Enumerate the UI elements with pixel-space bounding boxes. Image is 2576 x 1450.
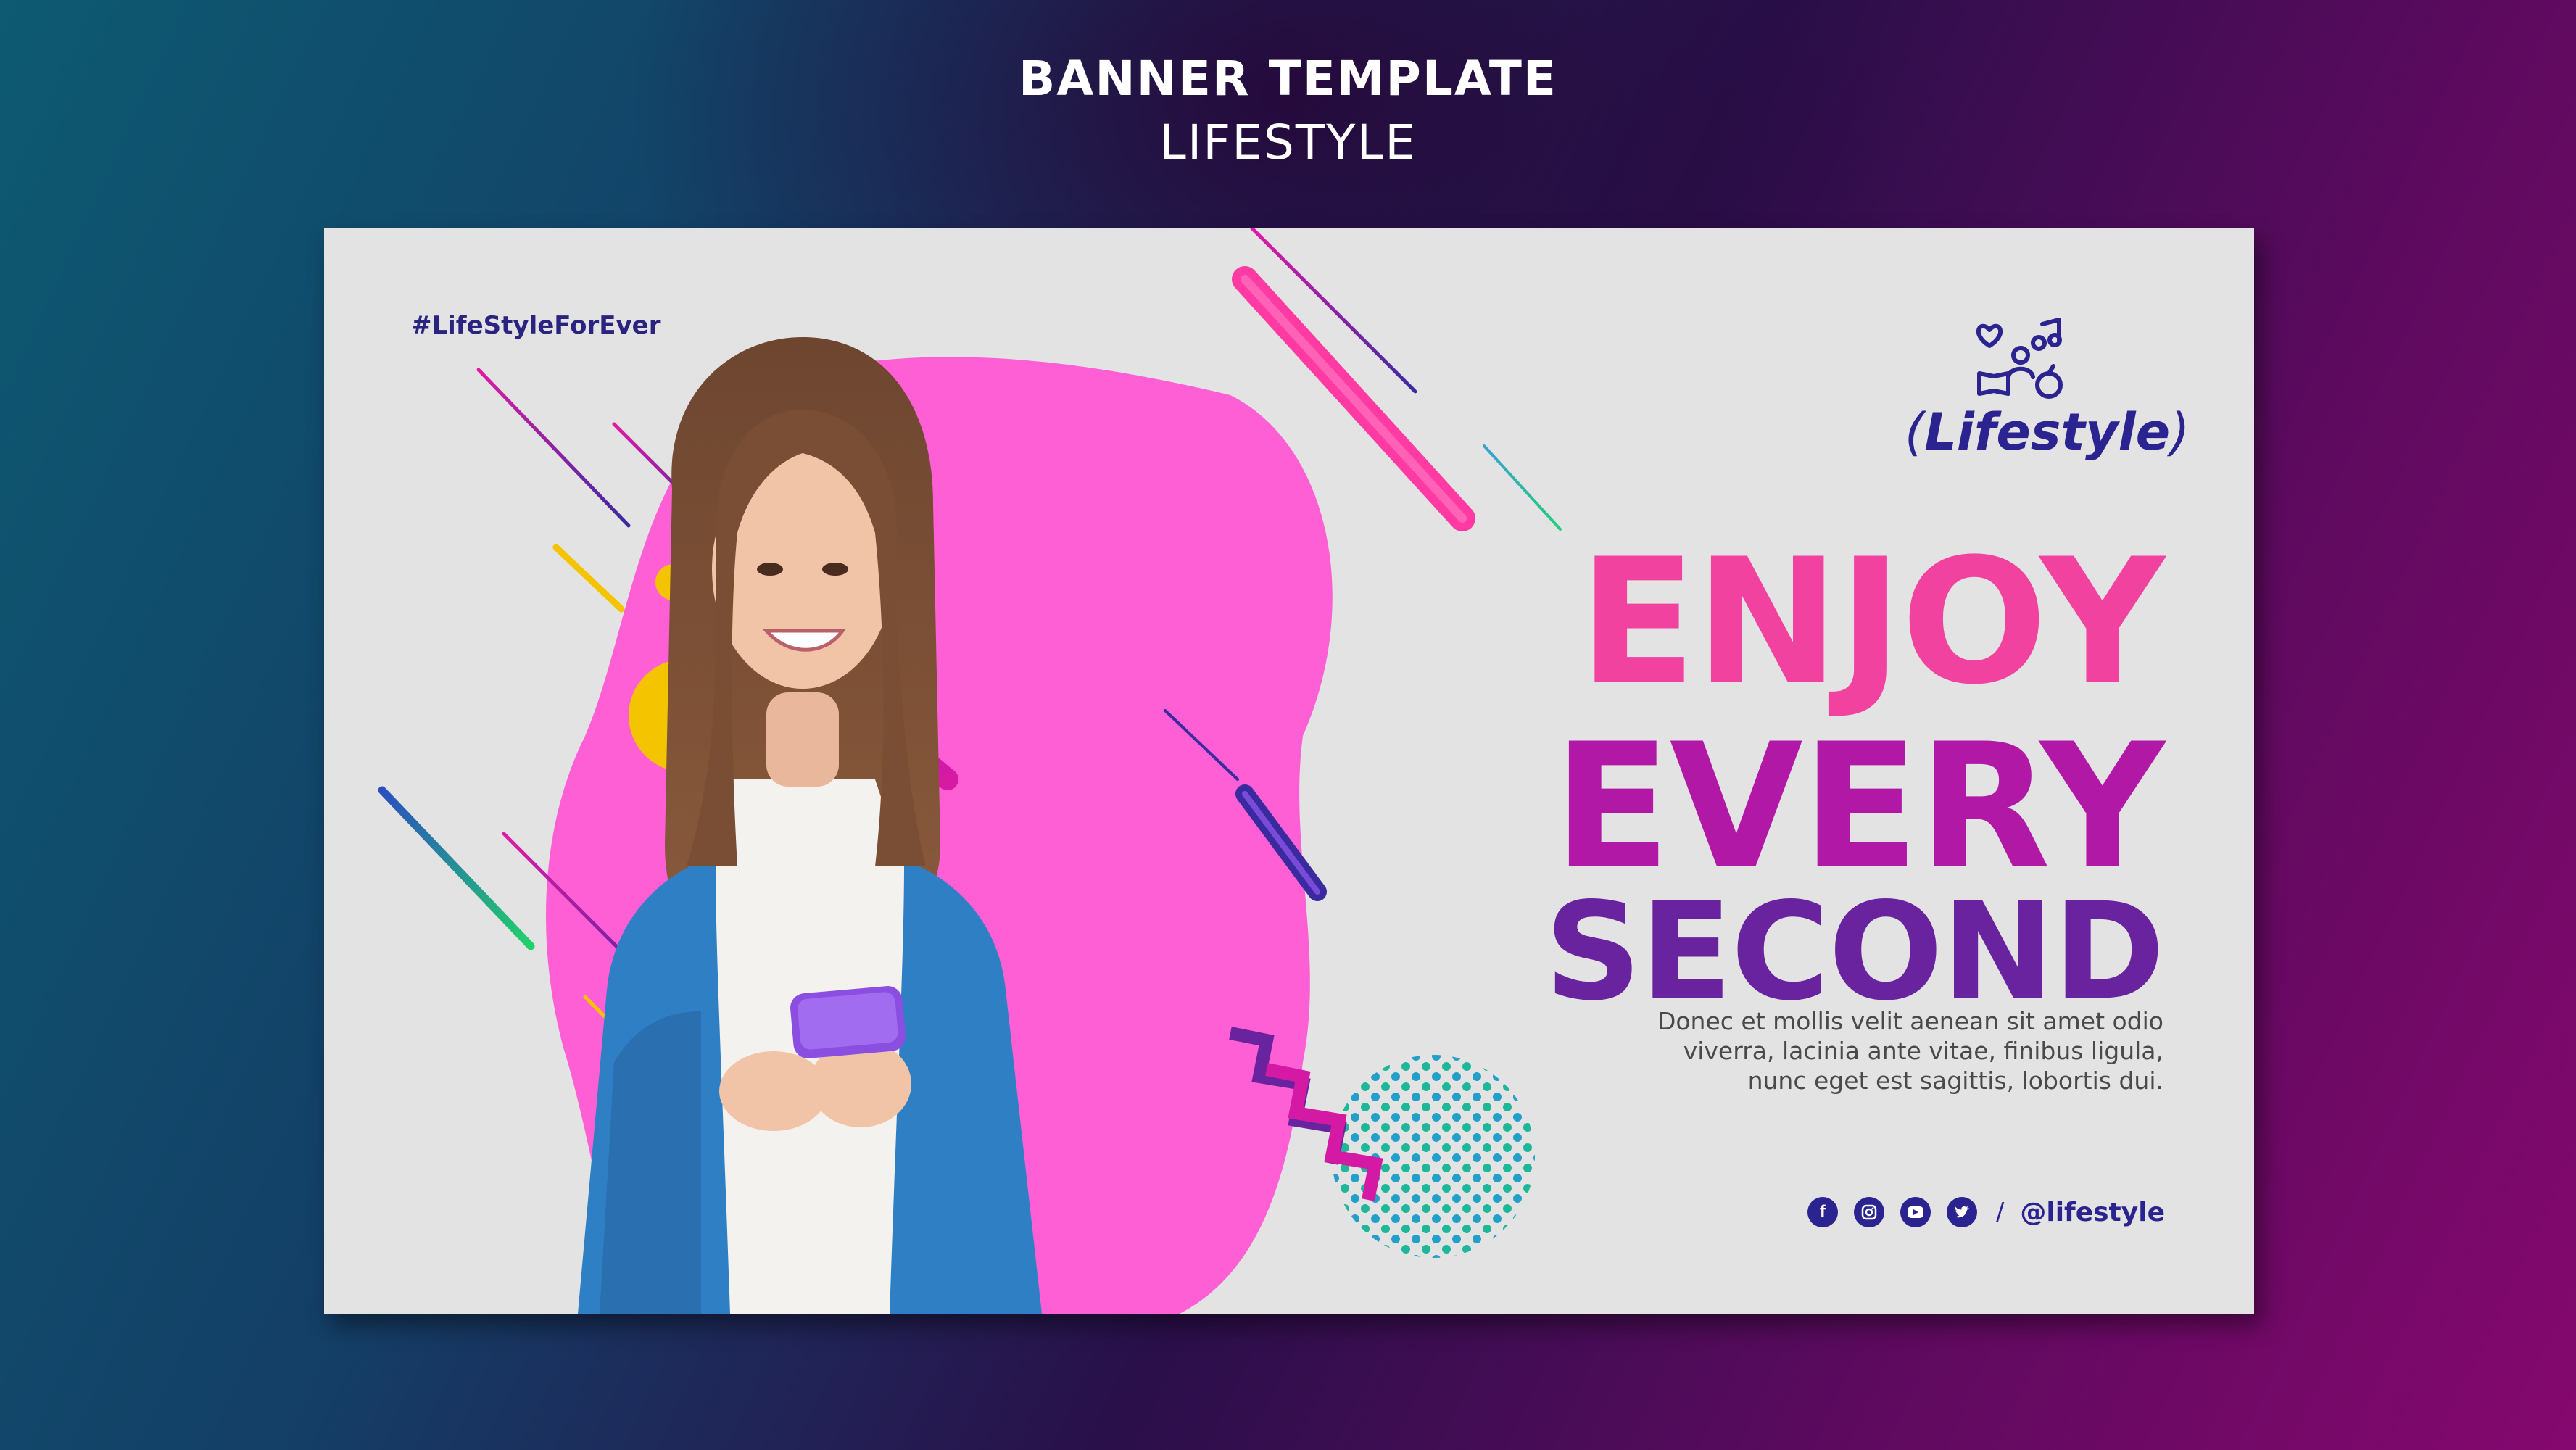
social-links: f / @lifestyle [1807, 1194, 2165, 1230]
social-handle[interactable]: @lifestyle [2020, 1198, 2165, 1227]
body-copy: Donec et mollis velit aenean sit amet od… [1657, 1007, 2163, 1095]
youtube-icon[interactable] [1900, 1197, 1931, 1227]
social-separator: / [1995, 1198, 2005, 1227]
facebook-icon[interactable]: f [1807, 1197, 1838, 1227]
page-subtitle: LIFESTYLE [1159, 115, 1417, 170]
instagram-icon[interactable] [1853, 1197, 1884, 1227]
banner-card: #LifeStyleForEver Lifestyle ENJOY EVERY … [324, 228, 2254, 1314]
headline-line-1: ENJOY [1578, 522, 2165, 723]
brand-logo: Lifestyle [1905, 315, 2170, 462]
brand-logo-text: Lifestyle [1905, 402, 2170, 462]
lifestyle-icons-icon [1976, 318, 2063, 399]
page-title: BANNER TEMPLATE [1018, 51, 1557, 107]
headline-line-2: EVERY [1553, 707, 2165, 908]
headline-line-3: SECOND [1544, 873, 2165, 1030]
hashtag: #LifeStyleForEver [411, 311, 661, 340]
twitter-icon[interactable] [1946, 1197, 1977, 1227]
